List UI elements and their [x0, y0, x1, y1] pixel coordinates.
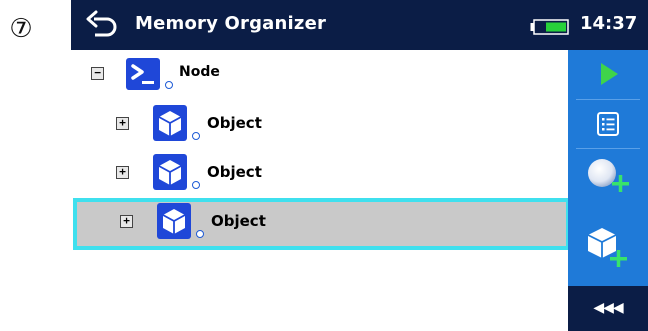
step-number-badge: ⑦: [9, 14, 33, 44]
add-object-icon: [587, 228, 627, 267]
collapse-sidebar-button[interactable]: ◀◀◀: [568, 286, 648, 331]
back-arrow-icon[interactable]: [81, 6, 121, 44]
expand-toggle[interactable]: +: [116, 117, 129, 130]
expand-toggle[interactable]: +: [116, 166, 129, 179]
clock-time: 14:37: [580, 13, 638, 34]
object-label: Object: [207, 163, 262, 181]
start-test-button[interactable]: [568, 50, 648, 98]
tree-object-row-selected[interactable]: + Object: [73, 198, 570, 250]
node-status-dot: [165, 81, 173, 89]
add-node-icon: [588, 159, 629, 192]
tree-node-row[interactable]: − Node: [71, 50, 568, 98]
play-icon: [601, 63, 618, 85]
add-node-button[interactable]: [568, 149, 648, 197]
action-sidebar: ◀◀◀: [568, 50, 648, 331]
tree-object-row[interactable]: + Object: [71, 149, 568, 197]
list-icon: [597, 112, 619, 136]
object-label: Object: [207, 114, 262, 132]
view-list-button[interactable]: [568, 100, 648, 148]
tree-object-row[interactable]: + Object: [71, 100, 568, 148]
collapse-toggle[interactable]: −: [91, 67, 104, 80]
object-status-dot: [192, 132, 200, 140]
header-bar: Memory Organizer 14:37: [71, 0, 648, 50]
expand-toggle[interactable]: +: [120, 215, 133, 228]
add-object-button[interactable]: [568, 222, 648, 270]
page-title: Memory Organizer: [135, 13, 327, 34]
battery-icon: [530, 19, 569, 35]
cube-icon: [153, 105, 187, 141]
object-status-dot: [196, 230, 204, 238]
node-label: Node: [179, 64, 220, 80]
object-status-dot: [192, 181, 200, 189]
node-terminal-icon: [126, 58, 160, 90]
device-screen: Memory Organizer 14:37 − Node + Object +…: [71, 0, 648, 331]
cube-icon: [157, 203, 191, 239]
memory-tree: − Node + Object + Object + Object: [71, 50, 570, 286]
cube-icon: [153, 154, 187, 190]
object-label: Object: [211, 212, 266, 230]
